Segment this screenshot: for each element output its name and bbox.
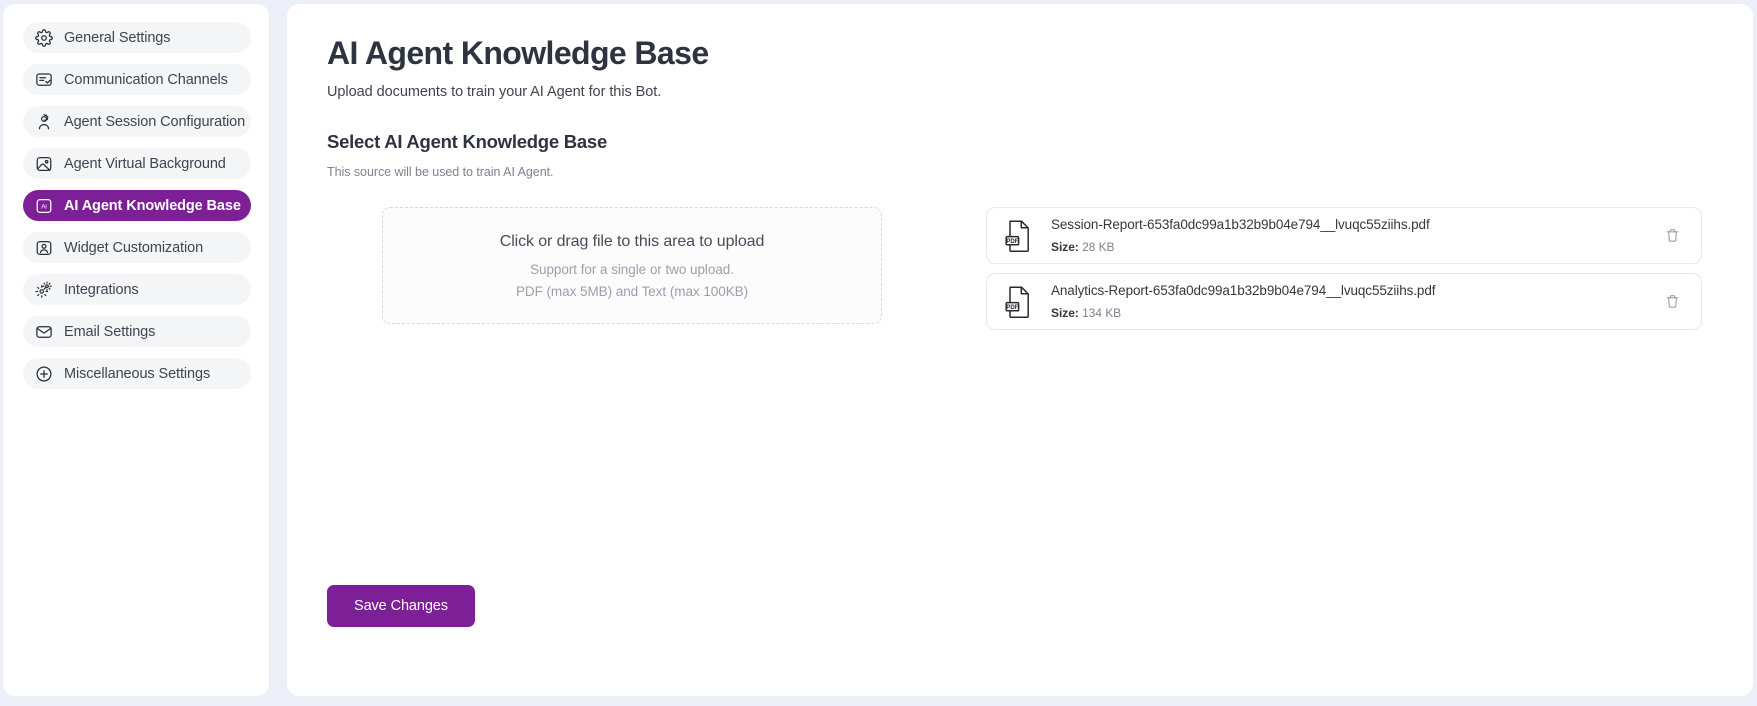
dropzone-tertiary-text: PDF (max 5MB) and Text (max 100KB) [515,283,749,299]
sidebar-item-label: Widget Customization [64,239,204,256]
user-gear-icon [35,113,53,131]
app-root: General Settings Communication Channels [0,0,1757,706]
section-description: This source will be used to train AI Age… [327,165,554,180]
knowledge-base-panel: AI Agent Knowledge Base Upload documents… [287,4,1753,696]
file-meta: Analytics-Report-653fa0dc99a1b32b9b04e79… [1051,283,1661,320]
sidebar-item-label: General Settings [64,29,171,46]
sidebar-item-label: AI Agent Knowledge Base [64,197,241,214]
file-dropzone[interactable]: Click or drag file to this area to uploa… [382,207,882,325]
image-icon [35,155,53,173]
ai-badge-icon: Ai [35,197,53,215]
sidebar-item-label: Email Settings [64,323,156,340]
svg-text:PDF: PDF [1006,237,1018,244]
page-subtitle: Upload documents to train your AI Agent … [327,84,662,101]
upload-row: Click or drag file to this area to uploa… [327,207,1753,331]
settings-sidebar: General Settings Communication Channels [3,4,269,696]
pdf-file-icon: PDF [1004,219,1034,253]
trash-icon[interactable] [1661,225,1683,247]
save-changes-button[interactable]: Save Changes [327,585,475,627]
sidebar-item-miscellaneous-settings[interactable]: Miscellaneous Settings [23,358,251,389]
sidebar-item-widget-customization[interactable]: Widget Customization [23,232,251,263]
svg-text:PDF: PDF [1006,303,1018,310]
sidebar-item-agent-session-configuration[interactable]: Agent Session Configuration [23,106,251,137]
file-size: Size: 28 KB [1051,240,1661,254]
file-meta: Session-Report-653fa0dc99a1b32b9b04e794_… [1051,217,1661,254]
sidebar-item-label: Integrations [64,281,139,298]
plus-circle-icon [35,365,53,383]
sidebar-item-integrations[interactable]: Integrations [23,274,251,305]
list-item[interactable]: PDF Analytics-Report-653fa0dc99a1b32b9b0… [986,273,1702,331]
file-size-label: Size: [1051,240,1079,255]
trash-icon[interactable] [1661,291,1683,313]
sidebar-item-ai-agent-knowledge-base[interactable]: Ai AI Agent Knowledge Base [23,190,251,221]
file-name: Session-Report-653fa0dc99a1b32b9b04e794_… [1051,217,1430,233]
pdf-file-icon: PDF [1004,285,1034,319]
sidebar-item-communication-channels[interactable]: Communication Channels [23,64,251,95]
file-size: Size: 134 KB [1051,306,1661,320]
sidebar-item-general-settings[interactable]: General Settings [23,22,251,53]
svg-text:Ai: Ai [41,203,47,210]
gears-icon [35,281,53,299]
dropzone-secondary-text: Support for a single or two upload. [530,261,734,277]
file-name: Analytics-Report-653fa0dc99a1b32b9b04e79… [1051,283,1436,299]
gear-icon [35,28,53,47]
envelope-icon [35,323,53,341]
sidebar-item-agent-virtual-background[interactable]: Agent Virtual Background [23,148,251,179]
file-size-label: Size: [1051,306,1079,321]
sidebar-item-label: Communication Channels [64,71,228,88]
page-title: AI Agent Knowledge Base [327,35,709,71]
file-size-value: 134 KB [1082,306,1122,321]
sidebar-item-email-settings[interactable]: Email Settings [23,316,251,347]
sidebar-item-label: Agent Session Configuration [64,113,246,130]
list-item[interactable]: PDF Session-Report-653fa0dc99a1b32b9b04e… [986,207,1702,265]
sidebar-item-label: Agent Virtual Background [64,155,226,172]
sidebar-item-label: Miscellaneous Settings [64,365,211,382]
file-size-value: 28 KB [1082,240,1115,255]
user-square-icon [35,239,53,257]
message-check-icon [35,71,53,89]
uploaded-file-list: PDF Session-Report-653fa0dc99a1b32b9b04e… [986,207,1702,331]
dropzone-primary-text: Click or drag file to this area to uploa… [499,232,765,250]
section-title: Select AI Agent Knowledge Base [327,131,607,153]
